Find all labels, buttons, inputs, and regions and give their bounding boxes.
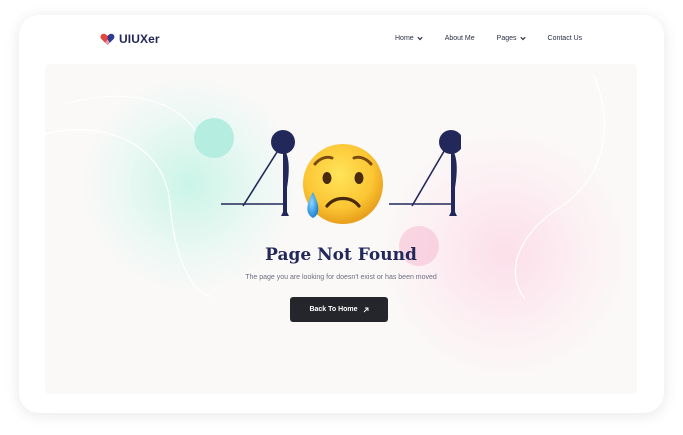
button-label: Back To Home (309, 306, 358, 313)
digit-four-right (389, 130, 461, 216)
nav-item-label: About Me (444, 35, 475, 42)
back-to-home-button[interactable]: Back To Home (290, 297, 388, 322)
nav-item-label: Pages (496, 35, 517, 42)
arrow-up-right-icon (363, 307, 368, 312)
site-header: UIUXer Home About Me Pages Contact Us (19, 15, 664, 63)
nav-item-about[interactable]: About Me (445, 35, 475, 42)
error-message: The page you are looking for doesn't exi… (245, 274, 437, 281)
main-nav: Home About Me Pages Contact Us (395, 35, 582, 42)
nav-item-label: Home (395, 35, 414, 42)
brand-name: UIUXer (119, 32, 160, 46)
page-title: Page Not Found (265, 245, 417, 265)
nav-item-home[interactable]: Home (395, 35, 423, 42)
heart-logo-icon (100, 33, 115, 45)
sad-face-emoji-icon (303, 144, 383, 224)
browser-card: UIUXer Home About Me Pages Contact Us Pa… (19, 15, 664, 413)
chevron-down-icon (519, 36, 526, 41)
nav-item-pages[interactable]: Pages (497, 35, 526, 42)
nav-item-contact[interactable]: Contact Us (548, 35, 583, 42)
nav-item-label: Contact Us (547, 35, 583, 42)
error-hero: Page Not Found The page you are looking … (45, 64, 637, 394)
digit-four-left (221, 130, 295, 216)
chevron-down-icon (417, 36, 423, 41)
brand-logo[interactable]: UIUXer (100, 31, 160, 47)
